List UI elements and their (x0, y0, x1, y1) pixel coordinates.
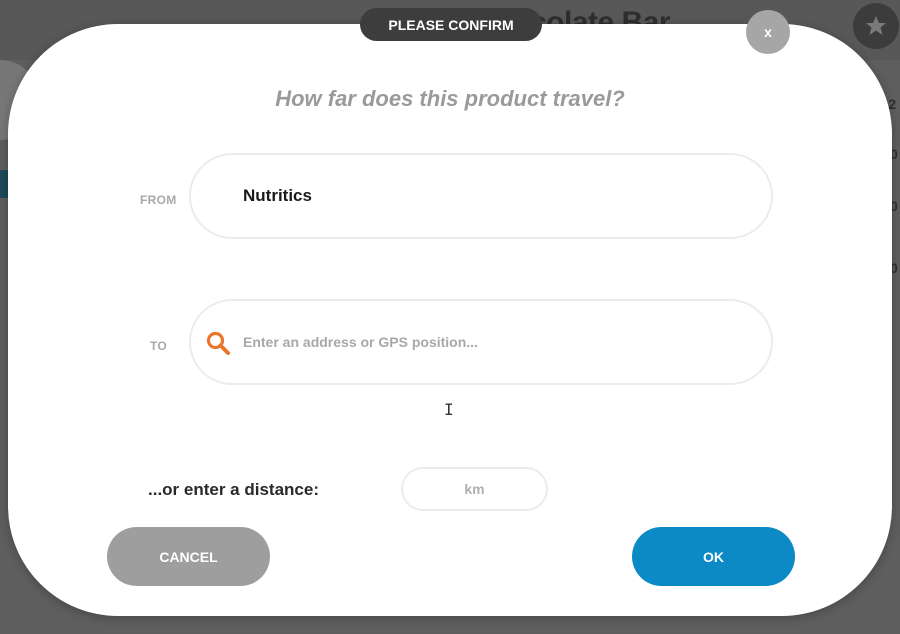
to-field[interactable] (189, 299, 773, 385)
from-value: Nutritics (243, 186, 312, 205)
destination-input[interactable] (243, 329, 743, 355)
distance-label: ...or enter a distance: (148, 480, 319, 499)
from-label: FROM (140, 193, 177, 207)
to-label: TO (150, 339, 168, 353)
from-field[interactable]: Nutritics (189, 153, 773, 239)
text-cursor-icon: I (444, 400, 454, 419)
dialog-badge: PLEASE CONFIRM (360, 8, 542, 41)
background-tag (0, 170, 8, 198)
ok-button[interactable]: OK (632, 527, 795, 586)
search-icon (206, 331, 230, 355)
distance-km-input[interactable] (401, 467, 548, 511)
favorite-star-icon (853, 3, 899, 49)
close-button[interactable]: x (746, 10, 790, 54)
dialog-heading: How far does this product travel? (275, 86, 625, 111)
cancel-button[interactable]: CANCEL (107, 527, 270, 586)
